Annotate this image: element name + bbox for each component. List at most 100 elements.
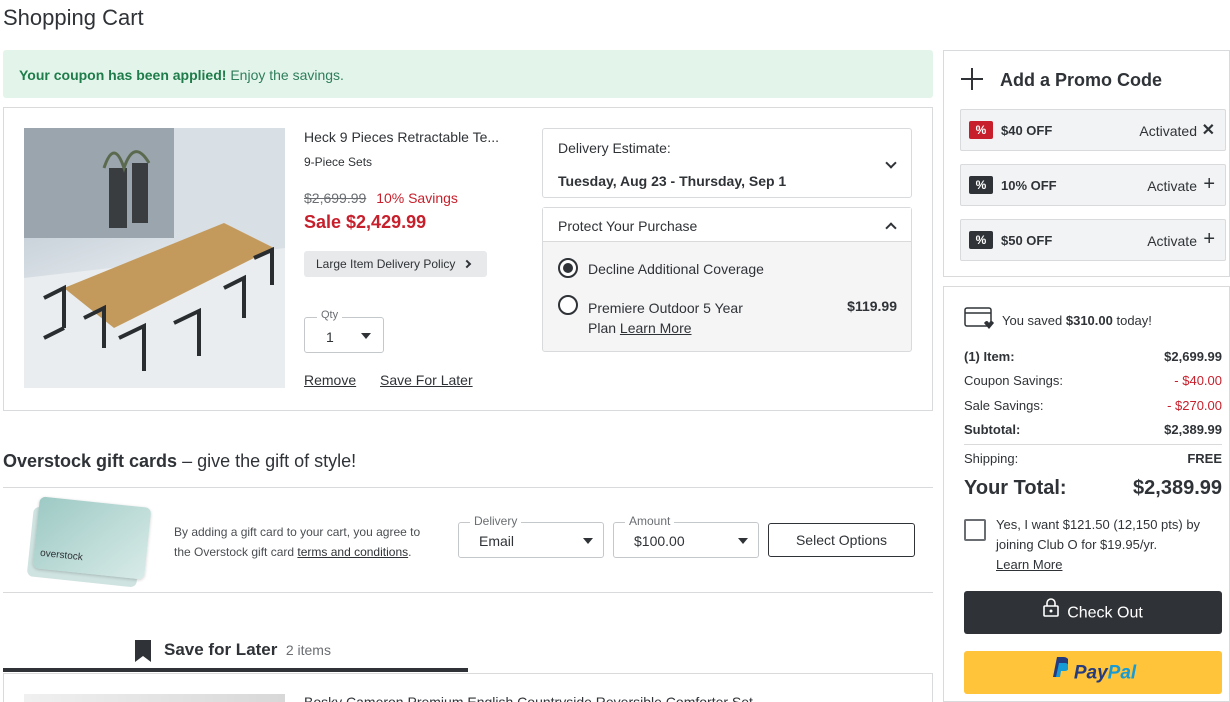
promo-status: Activate xyxy=(1147,178,1197,194)
gift-title-rest: – give the gift of style! xyxy=(177,451,357,471)
delivery-estimate-box[interactable]: Delivery Estimate: Tuesday, Aug 23 - Thu… xyxy=(542,128,912,198)
delivery-method-value: Email xyxy=(479,533,515,549)
saved-post: today! xyxy=(1112,313,1152,328)
gift-cards-title: Overstock gift cards – give the gift of … xyxy=(3,451,356,472)
cart-item-card: Heck 9 Pieces Retractable Te... 9-Piece … xyxy=(3,107,933,411)
promo-status: Activate xyxy=(1147,233,1197,249)
delivery-dates: Tuesday, Aug 23 - Thursday, Sep 1 xyxy=(558,173,787,189)
product-option: 9-Piece Sets xyxy=(304,155,373,169)
paypal-button[interactable]: PayPal xyxy=(964,651,1222,694)
select-options-button[interactable]: Select Options xyxy=(768,523,915,557)
premiere-plan-line1: Premiere Outdoor 5 Year xyxy=(588,300,743,316)
protect-purchase-panel: Protect Your Purchase Decline Additional… xyxy=(542,207,912,352)
divider xyxy=(964,444,1222,445)
plus-icon[interactable]: + xyxy=(1203,173,1215,196)
amount-label: Amount xyxy=(625,514,675,528)
qty-label: Qty xyxy=(317,309,343,321)
coupon-tag-icon: % xyxy=(969,176,993,194)
promo-code-50-off[interactable]: % $50 OFF Activate + xyxy=(960,219,1226,261)
caret-down-icon xyxy=(361,333,371,339)
items-row: (1) Item: $2,699.99 xyxy=(964,349,1222,364)
sale-price: Sale $2,429.99 xyxy=(304,212,427,232)
gift-terms-end: . xyxy=(408,545,412,559)
sale-savings-value: - $270.00 xyxy=(1167,398,1222,413)
subtotal-value: $2,389.99 xyxy=(1164,422,1222,437)
total-row: Your Total: $2,389.99 xyxy=(964,477,1222,500)
sale-savings-label: Sale Savings: xyxy=(964,398,1044,413)
promo-label: $50 OFF xyxy=(1001,233,1053,248)
club-o-learn-more-link[interactable]: Learn More xyxy=(996,555,1230,575)
price-row: $2,699.99 10% Savings xyxy=(304,190,458,206)
saved-pre: You saved xyxy=(1002,313,1066,328)
premiere-plan-radio[interactable] xyxy=(558,295,578,315)
promo-code-10-off[interactable]: % 10% OFF Activate + xyxy=(960,164,1226,206)
decline-coverage-radio[interactable] xyxy=(558,258,578,278)
lock-icon xyxy=(1043,591,1060,634)
original-price: $2,699.99 xyxy=(304,190,367,206)
caret-down-icon xyxy=(583,538,593,544)
promo-label: $40 OFF xyxy=(1001,123,1053,138)
gift-title-bold: Overstock gift cards xyxy=(3,451,178,471)
checkout-label: Check Out xyxy=(1067,604,1143,622)
promo-code-40-off[interactable]: % $40 OFF Activated ✕ xyxy=(960,109,1226,151)
total-label: Your Total: xyxy=(964,477,1067,499)
close-icon[interactable]: ✕ xyxy=(1202,120,1215,140)
plus-icon[interactable]: + xyxy=(1203,228,1215,251)
club-o-line1: Yes, I want $121.50 (12,150 pts) by xyxy=(996,517,1201,532)
items-value: $2,699.99 xyxy=(1164,349,1222,364)
caret-down-icon xyxy=(738,538,748,544)
gift-card-row: overstock By adding a gift card to your … xyxy=(3,487,933,593)
product-image[interactable] xyxy=(24,128,285,388)
delivery-label: Delivery Estimate: xyxy=(558,140,671,156)
chevron-right-icon xyxy=(462,259,472,269)
amount-value: $100.00 xyxy=(634,533,685,549)
coupon-tag-icon: % xyxy=(969,121,993,139)
club-o-line2: joining Club O for $19.95/yr. xyxy=(996,537,1158,552)
saved-item-image[interactable] xyxy=(24,694,285,702)
plus-icon[interactable] xyxy=(961,68,983,90)
premiere-plan-label[interactable]: Premiere Outdoor 5 Year Plan Learn More xyxy=(588,298,743,338)
coupon-banner-text: Enjoy the savings. xyxy=(230,67,344,83)
premiere-learn-more-link[interactable]: Learn More xyxy=(620,320,692,336)
save-for-later-header[interactable]: Save for Later 2 items xyxy=(164,640,331,660)
coupon-tag-icon: % xyxy=(969,231,993,249)
club-o-checkbox[interactable] xyxy=(964,519,986,541)
shipping-row: Shipping: FREE xyxy=(964,451,1222,466)
remove-link[interactable]: Remove xyxy=(304,372,356,388)
paypal-logo-icon xyxy=(1050,651,1069,694)
decline-coverage-label[interactable]: Decline Additional Coverage xyxy=(588,261,764,277)
product-name[interactable]: Heck 9 Pieces Retractable Te... xyxy=(304,129,499,145)
saved-item-card: Bosky Cameron Premium English Countrysid… xyxy=(3,673,933,702)
saved-item-name[interactable]: Bosky Cameron Premium English Countrysid… xyxy=(304,694,753,702)
delivery-policy-button[interactable]: Large Item Delivery Policy xyxy=(304,251,487,277)
protect-purchase-header[interactable]: Protect Your Purchase xyxy=(543,208,911,242)
bookmark-icon xyxy=(133,639,153,668)
promo-label: 10% OFF xyxy=(1001,178,1057,193)
chevron-down-icon xyxy=(885,157,897,169)
subtotal-row: Subtotal: $2,389.99 xyxy=(964,422,1222,437)
delivery-policy-label: Large Item Delivery Policy xyxy=(316,257,456,271)
gift-terms-text: By adding a gift card to your cart, you … xyxy=(174,522,420,562)
shipping-label: Shipping: xyxy=(964,451,1019,466)
saved-amount: $310.00 xyxy=(1065,313,1113,328)
you-saved-text: You saved $310.00 today! xyxy=(1002,313,1152,328)
coupon-savings-value: - $40.00 xyxy=(1174,373,1222,388)
promo-status: Activated xyxy=(1139,123,1197,139)
subtotal-label: Subtotal: xyxy=(964,422,1021,437)
receipt-heart-icon xyxy=(964,307,994,336)
quantity-select[interactable] xyxy=(304,317,384,353)
coupon-savings-row: Coupon Savings: - $40.00 xyxy=(964,373,1222,388)
promo-code-panel: Add a Promo Code % $40 OFF Activated ✕ %… xyxy=(943,50,1230,277)
order-summary-panel: You saved $310.00 today! (1) Item: $2,699… xyxy=(943,286,1230,702)
gift-terms-pre: the Overstock gift card xyxy=(174,545,298,559)
terms-conditions-link[interactable]: terms and conditions xyxy=(297,545,408,559)
save-for-later-title: Save for Later xyxy=(164,640,278,659)
add-promo-code-title[interactable]: Add a Promo Code xyxy=(1000,70,1162,91)
savings-percent: 10% Savings xyxy=(376,190,458,206)
save-for-later-underline xyxy=(3,668,468,672)
checkout-button[interactable]: Check Out xyxy=(964,591,1222,634)
gift-terms-line2: the Overstock gift card terms and condit… xyxy=(174,542,420,562)
paypal-label-b: Pal xyxy=(1107,662,1137,684)
save-for-later-link[interactable]: Save For Later xyxy=(380,372,473,388)
save-for-later-count: 2 items xyxy=(285,642,331,658)
